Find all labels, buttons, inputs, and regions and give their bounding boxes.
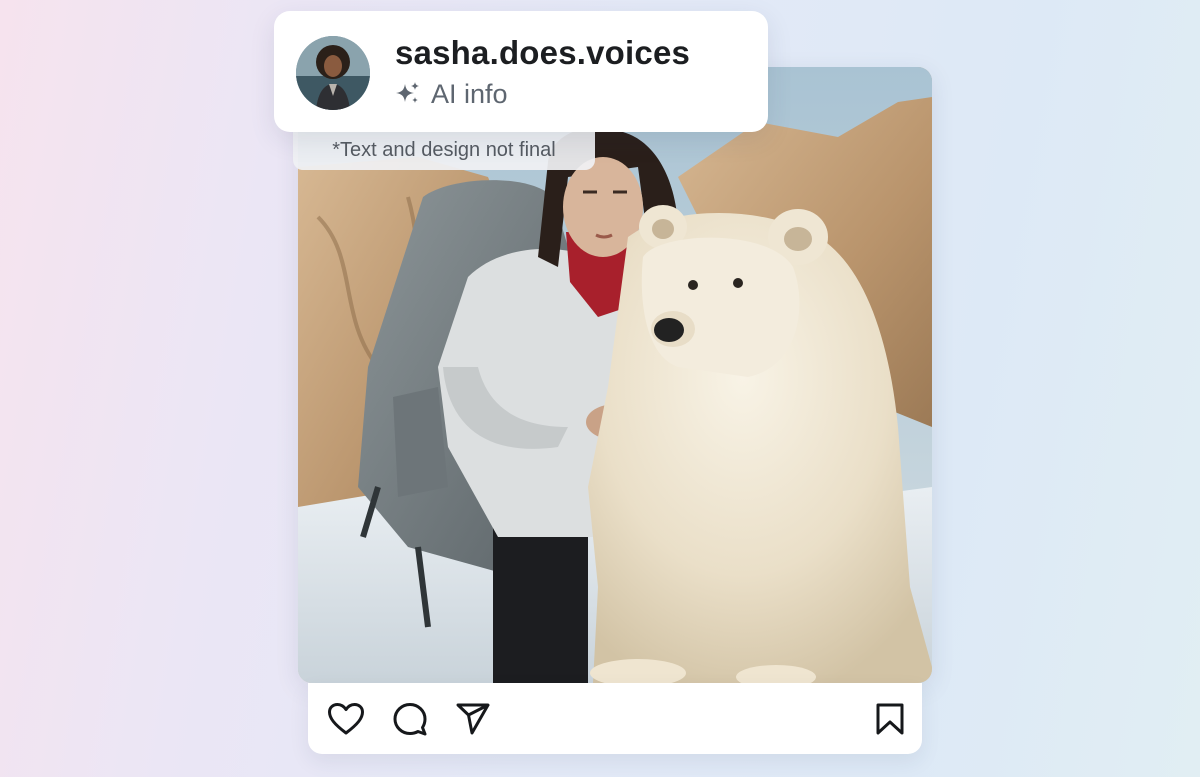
disclaimer-text: *Text and design not final	[332, 139, 556, 161]
post-header-card: sasha.does.voices AI info	[274, 11, 768, 132]
heart-icon	[328, 703, 364, 735]
ai-info-label: AI info	[431, 78, 508, 109]
username[interactable]: sasha.does.voices	[395, 34, 690, 72]
sparkle-icon	[396, 82, 419, 103]
paper-plane-icon	[456, 703, 490, 735]
bookmark-icon	[876, 703, 904, 735]
ai-info-button[interactable]: AI info	[395, 77, 508, 111]
avatar[interactable]	[296, 36, 370, 110]
comment-button[interactable]	[390, 699, 430, 739]
save-button[interactable]	[870, 699, 910, 739]
comment-bubble-icon	[393, 703, 427, 736]
share-button[interactable]	[453, 699, 493, 739]
post-action-bar	[308, 683, 922, 754]
like-button[interactable]	[326, 699, 366, 739]
disclaimer-tag: *Text and design not final	[293, 131, 595, 170]
